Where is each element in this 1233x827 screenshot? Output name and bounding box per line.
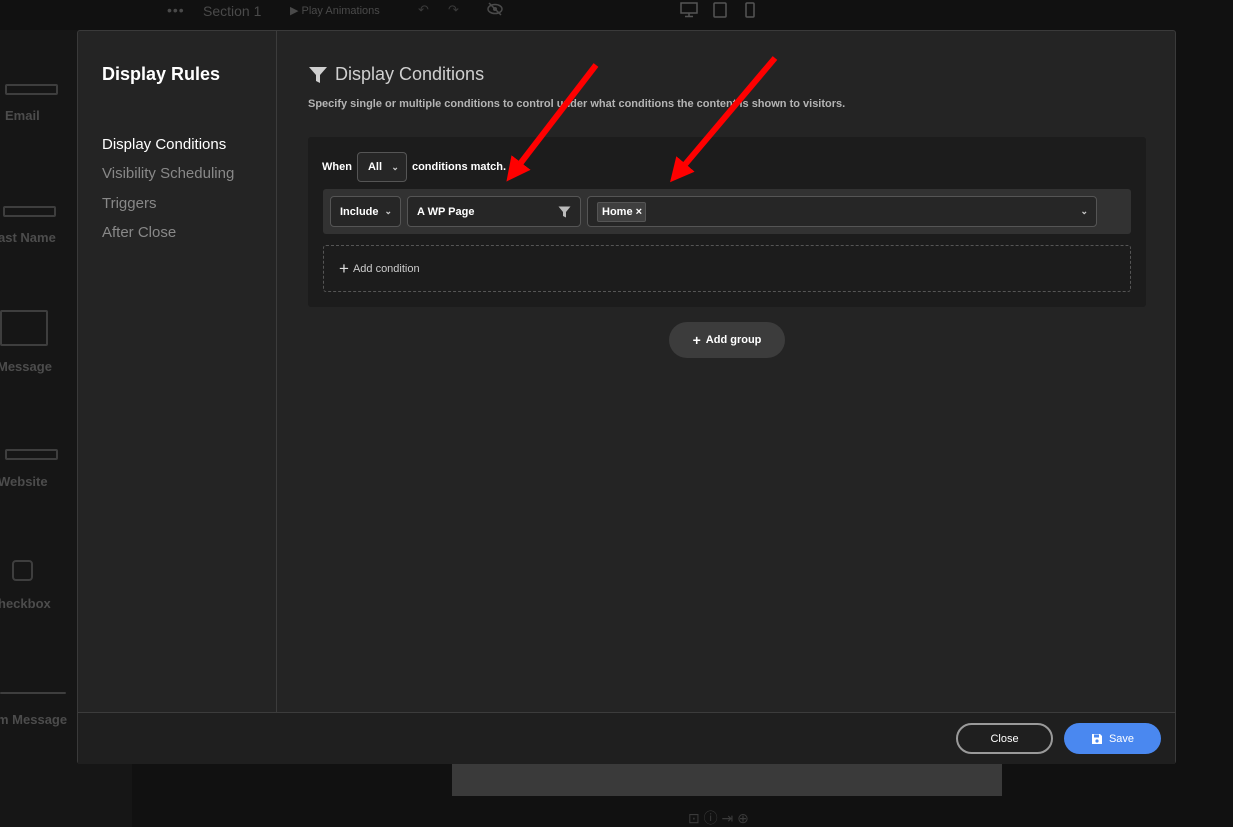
- nav-visibility-scheduling[interactable]: Visibility Scheduling: [102, 165, 234, 182]
- add-condition-button[interactable]: + Add condition: [323, 245, 1131, 292]
- textarea-icon: [0, 310, 48, 346]
- hide-eye-icon[interactable]: [486, 1, 504, 17]
- match-select[interactable]: All ⌄: [356, 152, 407, 182]
- condition-type-value: A WP Page: [417, 205, 475, 218]
- condition-row: Include ⌄ A WP Page Home × ⌄: [323, 189, 1131, 234]
- display-rules-modal: Display Rules Display Conditions Visibil…: [77, 30, 1176, 764]
- chevron-down-icon: ⌄: [384, 206, 392, 216]
- modal-footer: Close Save: [78, 712, 1175, 764]
- modal-sidebar: Display Rules Display Conditions Visibil…: [78, 31, 277, 712]
- play-animations-button[interactable]: ▶ Play Animations: [290, 4, 380, 17]
- description: Specify single or multiple conditions to…: [308, 98, 846, 110]
- condition-value-select[interactable]: Home × ⌄: [587, 196, 1097, 227]
- tag-label: Home: [602, 205, 633, 218]
- canvas-block: [452, 764, 1002, 796]
- remove-tag-icon[interactable]: ×: [636, 206, 642, 218]
- save-label: Save: [1108, 732, 1135, 745]
- content-heading: Display Conditions: [308, 64, 484, 85]
- tablet-icon[interactable]: [711, 2, 729, 18]
- section-label: Section 1: [203, 3, 262, 19]
- mobile-icon[interactable]: [741, 2, 759, 18]
- input-field-icon: [5, 449, 58, 460]
- add-group-button[interactable]: + Add group: [669, 322, 785, 358]
- save-icon: [1091, 733, 1102, 744]
- filter-icon: [558, 206, 571, 217]
- match-suffix: conditions match.: [411, 161, 507, 173]
- filter-icon: [309, 66, 327, 83]
- canvas-tools: ⊡ ⓘ ⇥ ⊕: [688, 810, 749, 826]
- input-field-icon: [5, 84, 58, 95]
- include-select[interactable]: Include ⌄: [330, 196, 401, 227]
- chevron-down-icon[interactable]: ⌄: [1080, 206, 1088, 217]
- add-group-label: Add group: [705, 334, 762, 346]
- condition-type-select[interactable]: A WP Page: [407, 196, 581, 227]
- checkbox-icon: [12, 560, 33, 581]
- modal-title: Display Rules: [102, 64, 221, 84]
- nav-display-conditions[interactable]: Display Conditions: [102, 136, 226, 153]
- divider-icon: [0, 692, 66, 694]
- chevron-down-icon: ⌄: [391, 161, 399, 172]
- nav-after-close[interactable]: After Close: [102, 224, 176, 241]
- match-row: When All ⌄ conditions match.: [322, 152, 506, 182]
- add-condition-label: Add condition: [352, 262, 420, 275]
- match-select-value: All: [367, 161, 383, 173]
- save-button[interactable]: Save: [1064, 723, 1161, 754]
- input-field-icon: [3, 206, 56, 217]
- editor-toolbar: ••• Section 1 ▶ Play Animations ↶ ↷: [0, 0, 1233, 22]
- redo-icon[interactable]: ↷: [448, 2, 459, 18]
- include-select-value: Include: [340, 205, 379, 218]
- desktop-icon[interactable]: [680, 2, 698, 18]
- nav-triggers[interactable]: Triggers: [102, 195, 156, 212]
- plus-icon: +: [339, 258, 349, 278]
- condition-group: When All ⌄ conditions match. Include ⌄ A…: [308, 137, 1146, 307]
- undo-icon[interactable]: ↶: [418, 2, 429, 18]
- close-button[interactable]: Close: [956, 723, 1053, 754]
- selected-tag: Home ×: [597, 201, 646, 222]
- plus-icon: +: [692, 332, 701, 348]
- more-icon[interactable]: •••: [167, 2, 185, 18]
- when-label: When: [322, 161, 352, 173]
- page-title: Display Conditions: [335, 64, 485, 84]
